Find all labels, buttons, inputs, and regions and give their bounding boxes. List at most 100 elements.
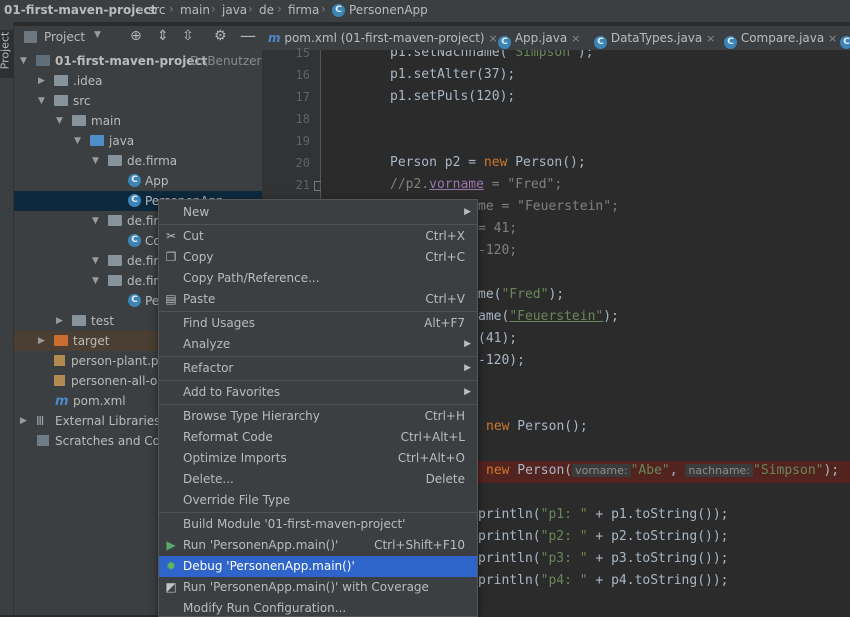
folder-icon <box>72 115 86 126</box>
tree-label: 01-first-maven-project <box>55 54 208 68</box>
breadcrumb-project[interactable]: 01-first-maven-project <box>4 3 156 17</box>
code-method: toString <box>634 573 698 588</box>
chevron-right-icon: › <box>321 2 326 16</box>
gear-icon[interactable]: ⚙ <box>214 28 227 44</box>
menu-item-paste[interactable]: ▤ Paste Ctrl+V <box>159 289 477 310</box>
code-string: "p2: " <box>540 529 588 544</box>
breadcrumb-src[interactable]: src <box>148 3 166 17</box>
collapse-arrow-icon[interactable]: ▶ <box>20 411 27 431</box>
code-line-21: //p2.vorname = "Fred"; <box>390 177 562 192</box>
collapse-arrow-icon[interactable]: ▶ <box>56 311 63 331</box>
breadcrumb-class[interactable]: PersonenApp <box>349 3 428 17</box>
code-string: "Abe" <box>630 463 670 478</box>
menu-item-shortcut: Ctrl+X <box>425 229 465 243</box>
expand-arrow-icon[interactable]: ▼ <box>74 131 81 151</box>
tree-row-project-root[interactable]: ▼ 01-first-maven-project D:\Benutzerda <box>14 51 262 71</box>
expand-all-icon[interactable]: ⇕ <box>157 28 169 44</box>
line-number: 16 <box>295 68 310 82</box>
expand-arrow-icon[interactable]: ▼ <box>92 251 99 271</box>
menu-separator <box>159 356 477 357</box>
code-line-24: -120; <box>478 243 518 258</box>
menu-item-copy-path[interactable]: Copy Path/Reference... <box>159 268 477 289</box>
breadcrumb-main[interactable]: main <box>180 3 210 17</box>
menu-item-analyze[interactable]: Analyze ▶ <box>159 334 477 355</box>
expand-arrow-icon[interactable]: ▼ <box>92 151 99 171</box>
menu-item-copy[interactable]: ❐ Copy Ctrl+C <box>159 247 477 268</box>
code-line-print-2: println("p2: " + p2.toString()); <box>478 529 729 544</box>
tree-row-src[interactable]: ▼ src <box>14 91 262 111</box>
tab-datatypes[interactable]: C DataTypes.java × <box>594 26 715 50</box>
param-hint: vorname: <box>572 464 631 477</box>
breadcrumb-de[interactable]: de <box>259 3 274 17</box>
chevron-right-icon: › <box>169 2 174 16</box>
tab-overflow[interactable]: C <box>840 26 850 50</box>
class-icon: C <box>128 194 141 207</box>
code-string: "Feuerstein" <box>509 309 604 324</box>
menu-item-modify-run-config[interactable]: Modify Run Configuration... <box>159 598 477 616</box>
menu-item-cut[interactable]: ✂ Cut Ctrl+X <box>159 226 477 247</box>
code-keyword: new <box>483 155 508 170</box>
menu-item-coverage[interactable]: ◩ Run 'PersonenApp.main()' with Coverage <box>159 577 477 598</box>
menu-item-shortcut: Ctrl+C <box>425 250 465 264</box>
menu-item-run[interactable]: ▶ Run 'PersonenApp.main()' Ctrl+Shift+F1… <box>159 535 477 556</box>
code-comment: = "Fred"; <box>483 177 563 192</box>
line-number: 19 <box>295 134 310 148</box>
expand-arrow-icon[interactable]: ▼ <box>92 211 99 231</box>
expand-arrow-icon[interactable]: ▼ <box>56 111 63 131</box>
submenu-arrow-icon: ▶ <box>464 339 471 349</box>
collapse-arrow-icon[interactable]: ▶ <box>38 71 45 91</box>
code-text: ()); <box>697 507 729 522</box>
close-icon[interactable]: × <box>828 32 837 45</box>
tab-compare[interactable]: C Compare.java × <box>724 26 837 50</box>
menu-item-label: Run 'PersonenApp.main()' with Coverage <box>183 580 429 594</box>
menu-item-build-module[interactable]: Build Module '01-first-maven-project' <box>159 514 477 535</box>
submenu-arrow-icon: ▶ <box>464 363 471 373</box>
project-tool-tab-label: Project <box>0 31 12 70</box>
menu-item-add-favorites[interactable]: Add to Favorites ▶ <box>159 382 477 403</box>
close-icon[interactable]: × <box>571 32 580 45</box>
class-icon: C <box>498 36 511 49</box>
menu-item-type-hierarchy[interactable]: Browse Type Hierarchy Ctrl+H <box>159 406 477 427</box>
menu-item-label: Reformat Code <box>183 430 273 444</box>
menu-item-optimize-imports[interactable]: Optimize Imports Ctrl+Alt+O <box>159 448 477 469</box>
menu-item-override-file-type[interactable]: Override File Type <box>159 490 477 511</box>
class-icon: C <box>128 174 141 187</box>
line-number: 15 <box>295 46 310 60</box>
menu-item-reformat[interactable]: Reformat Code Ctrl+Alt+L <box>159 427 477 448</box>
menu-item-find-usages[interactable]: Find Usages Alt+F7 <box>159 313 477 334</box>
expand-arrow-icon[interactable]: ▼ <box>20 51 27 71</box>
menu-item-new[interactable]: New ▶ <box>159 202 477 223</box>
close-icon[interactable]: × <box>488 32 497 45</box>
folder-icon <box>72 315 86 326</box>
submenu-arrow-icon: ▶ <box>464 387 471 397</box>
code-method: toString <box>634 551 698 566</box>
expand-arrow-icon[interactable]: ▼ <box>92 271 99 291</box>
project-view-selector[interactable]: Project <box>44 30 85 44</box>
minimize-icon[interactable]: — <box>240 26 256 45</box>
menu-item-delete[interactable]: Delete... Delete <box>159 469 477 490</box>
expand-arrow-icon[interactable]: ▼ <box>38 91 45 111</box>
tab-label: pom.xml (01-first-maven-project) <box>284 31 485 45</box>
breadcrumb-java[interactable]: java <box>222 3 247 17</box>
code-line-26: me("Fred"); <box>478 287 564 302</box>
tree-row-app[interactable]: C App <box>14 171 262 191</box>
tree-row-package[interactable]: ▼ de.firma <box>14 151 262 171</box>
code-line-print-3: println("p3: " + p3.toString()); <box>478 551 729 566</box>
tree-row-java[interactable]: ▼ java <box>14 131 262 151</box>
code-text: me( <box>478 287 502 302</box>
menu-item-refactor[interactable]: Refactor ▶ <box>159 358 477 379</box>
menu-separator <box>159 311 477 312</box>
code-text: ()); <box>697 529 729 544</box>
tab-app[interactable]: C App.java × <box>498 26 580 50</box>
tree-row-main[interactable]: ▼ main <box>14 111 262 131</box>
menu-item-debug[interactable]: ✹ Debug 'PersonenApp.main()' <box>159 556 477 577</box>
collapse-arrow-icon[interactable]: ▶ <box>38 331 45 351</box>
class-icon: C <box>840 36 850 49</box>
breadcrumb-firma[interactable]: firma <box>288 3 319 17</box>
collapse-all-icon[interactable]: ⇳ <box>182 28 194 44</box>
locate-icon[interactable]: ⊕ <box>130 28 142 44</box>
maven-icon: m <box>268 31 281 45</box>
chevron-down-icon[interactable]: ▼ <box>94 30 101 40</box>
close-icon[interactable]: × <box>706 32 715 45</box>
tree-row-idea[interactable]: ▶ .idea <box>14 71 262 91</box>
